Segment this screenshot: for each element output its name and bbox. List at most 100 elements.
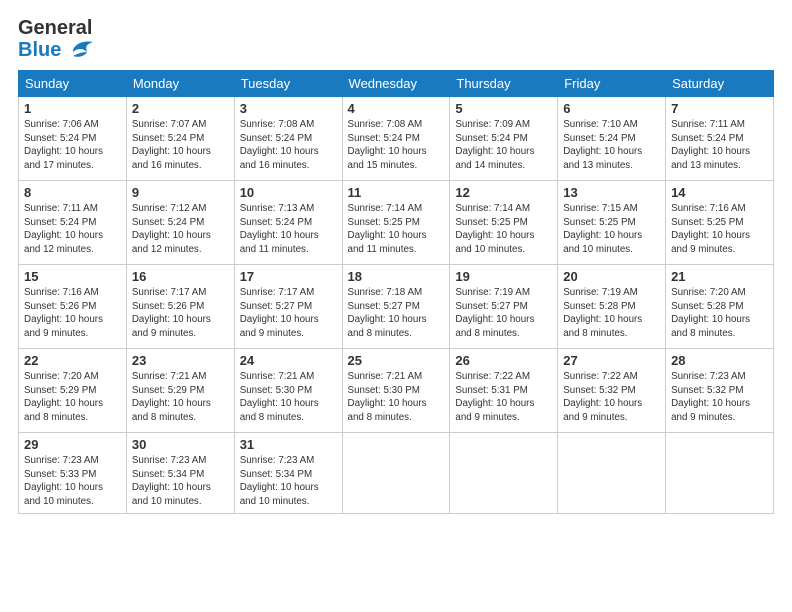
calendar-week-5: 29 Sunrise: 7:23 AM Sunset: 5:33 PM Dayl…	[19, 433, 774, 514]
calendar-week-3: 15 Sunrise: 7:16 AM Sunset: 5:26 PM Dayl…	[19, 265, 774, 349]
day-info: Sunrise: 7:17 AM Sunset: 5:26 PM Dayligh…	[132, 286, 229, 341]
day-cell-24: 24 Sunrise: 7:21 AM Sunset: 5:30 PM Dayl…	[234, 349, 342, 433]
day-info: Sunrise: 7:22 AM Sunset: 5:32 PM Dayligh…	[563, 370, 660, 425]
day-number: 30	[132, 437, 229, 452]
day-info: Sunrise: 7:12 AM Sunset: 5:24 PM Dayligh…	[132, 202, 229, 257]
calendar-header-saturday: Saturday	[666, 71, 774, 97]
logo-bird-icon	[65, 38, 95, 62]
day-number: 7	[671, 101, 768, 116]
day-cell-15: 15 Sunrise: 7:16 AM Sunset: 5:26 PM Dayl…	[19, 265, 127, 349]
day-info: Sunrise: 7:20 AM Sunset: 5:28 PM Dayligh…	[671, 286, 768, 341]
day-number: 21	[671, 269, 768, 284]
calendar-week-4: 22 Sunrise: 7:20 AM Sunset: 5:29 PM Dayl…	[19, 349, 774, 433]
day-info: Sunrise: 7:23 AM Sunset: 5:34 PM Dayligh…	[132, 454, 229, 509]
calendar-header-friday: Friday	[558, 71, 666, 97]
day-cell-27: 27 Sunrise: 7:22 AM Sunset: 5:32 PM Dayl…	[558, 349, 666, 433]
day-number: 20	[563, 269, 660, 284]
day-number: 29	[24, 437, 121, 452]
day-number: 9	[132, 185, 229, 200]
calendar-header-sunday: Sunday	[19, 71, 127, 97]
day-number: 15	[24, 269, 121, 284]
logo-blue: Blue	[18, 39, 61, 62]
day-number: 25	[348, 353, 445, 368]
day-info: Sunrise: 7:23 AM Sunset: 5:33 PM Dayligh…	[24, 454, 121, 509]
calendar-header-thursday: Thursday	[450, 71, 558, 97]
day-number: 18	[348, 269, 445, 284]
day-info: Sunrise: 7:23 AM Sunset: 5:34 PM Dayligh…	[240, 454, 337, 509]
day-info: Sunrise: 7:11 AM Sunset: 5:24 PM Dayligh…	[671, 118, 768, 173]
day-info: Sunrise: 7:19 AM Sunset: 5:28 PM Dayligh…	[563, 286, 660, 341]
day-cell-31: 31 Sunrise: 7:23 AM Sunset: 5:34 PM Dayl…	[234, 433, 342, 514]
day-cell-29: 29 Sunrise: 7:23 AM Sunset: 5:33 PM Dayl…	[19, 433, 127, 514]
day-info: Sunrise: 7:14 AM Sunset: 5:25 PM Dayligh…	[348, 202, 445, 257]
day-info: Sunrise: 7:16 AM Sunset: 5:26 PM Dayligh…	[24, 286, 121, 341]
day-number: 17	[240, 269, 337, 284]
day-cell-6: 6 Sunrise: 7:10 AM Sunset: 5:24 PM Dayli…	[558, 97, 666, 181]
day-cell-9: 9 Sunrise: 7:12 AM Sunset: 5:24 PM Dayli…	[126, 181, 234, 265]
empty-cell	[342, 433, 450, 514]
day-info: Sunrise: 7:13 AM Sunset: 5:24 PM Dayligh…	[240, 202, 337, 257]
day-info: Sunrise: 7:16 AM Sunset: 5:25 PM Dayligh…	[671, 202, 768, 257]
day-info: Sunrise: 7:17 AM Sunset: 5:27 PM Dayligh…	[240, 286, 337, 341]
day-number: 4	[348, 101, 445, 116]
day-cell-3: 3 Sunrise: 7:08 AM Sunset: 5:24 PM Dayli…	[234, 97, 342, 181]
day-number: 27	[563, 353, 660, 368]
calendar-header-tuesday: Tuesday	[234, 71, 342, 97]
day-number: 23	[132, 353, 229, 368]
day-info: Sunrise: 7:20 AM Sunset: 5:29 PM Dayligh…	[24, 370, 121, 425]
day-cell-12: 12 Sunrise: 7:14 AM Sunset: 5:25 PM Dayl…	[450, 181, 558, 265]
day-cell-1: 1 Sunrise: 7:06 AM Sunset: 5:24 PM Dayli…	[19, 97, 127, 181]
day-number: 19	[455, 269, 552, 284]
day-info: Sunrise: 7:21 AM Sunset: 5:29 PM Dayligh…	[132, 370, 229, 425]
day-number: 6	[563, 101, 660, 116]
day-cell-17: 17 Sunrise: 7:17 AM Sunset: 5:27 PM Dayl…	[234, 265, 342, 349]
day-info: Sunrise: 7:10 AM Sunset: 5:24 PM Dayligh…	[563, 118, 660, 173]
empty-cell	[450, 433, 558, 514]
day-number: 28	[671, 353, 768, 368]
day-cell-19: 19 Sunrise: 7:19 AM Sunset: 5:27 PM Dayl…	[450, 265, 558, 349]
day-cell-30: 30 Sunrise: 7:23 AM Sunset: 5:34 PM Dayl…	[126, 433, 234, 514]
day-cell-11: 11 Sunrise: 7:14 AM Sunset: 5:25 PM Dayl…	[342, 181, 450, 265]
day-info: Sunrise: 7:11 AM Sunset: 5:24 PM Dayligh…	[24, 202, 121, 257]
day-info: Sunrise: 7:08 AM Sunset: 5:24 PM Dayligh…	[240, 118, 337, 173]
day-info: Sunrise: 7:07 AM Sunset: 5:24 PM Dayligh…	[132, 118, 229, 173]
day-info: Sunrise: 7:06 AM Sunset: 5:24 PM Dayligh…	[24, 118, 121, 173]
day-cell-28: 28 Sunrise: 7:23 AM Sunset: 5:32 PM Dayl…	[666, 349, 774, 433]
calendar-header-monday: Monday	[126, 71, 234, 97]
day-info: Sunrise: 7:21 AM Sunset: 5:30 PM Dayligh…	[348, 370, 445, 425]
day-number: 10	[240, 185, 337, 200]
day-number: 8	[24, 185, 121, 200]
calendar-week-2: 8 Sunrise: 7:11 AM Sunset: 5:24 PM Dayli…	[19, 181, 774, 265]
day-cell-14: 14 Sunrise: 7:16 AM Sunset: 5:25 PM Dayl…	[666, 181, 774, 265]
day-number: 14	[671, 185, 768, 200]
day-cell-26: 26 Sunrise: 7:22 AM Sunset: 5:31 PM Dayl…	[450, 349, 558, 433]
day-info: Sunrise: 7:19 AM Sunset: 5:27 PM Dayligh…	[455, 286, 552, 341]
day-cell-13: 13 Sunrise: 7:15 AM Sunset: 5:25 PM Dayl…	[558, 181, 666, 265]
header: General Blue	[18, 18, 774, 62]
day-info: Sunrise: 7:23 AM Sunset: 5:32 PM Dayligh…	[671, 370, 768, 425]
day-cell-5: 5 Sunrise: 7:09 AM Sunset: 5:24 PM Dayli…	[450, 97, 558, 181]
day-info: Sunrise: 7:09 AM Sunset: 5:24 PM Dayligh…	[455, 118, 552, 173]
calendar-table: SundayMondayTuesdayWednesdayThursdayFrid…	[18, 70, 774, 514]
day-number: 1	[24, 101, 121, 116]
empty-cell	[666, 433, 774, 514]
day-number: 16	[132, 269, 229, 284]
day-cell-7: 7 Sunrise: 7:11 AM Sunset: 5:24 PM Dayli…	[666, 97, 774, 181]
day-info: Sunrise: 7:08 AM Sunset: 5:24 PM Dayligh…	[348, 118, 445, 173]
day-number: 3	[240, 101, 337, 116]
day-number: 12	[455, 185, 552, 200]
day-cell-25: 25 Sunrise: 7:21 AM Sunset: 5:30 PM Dayl…	[342, 349, 450, 433]
day-info: Sunrise: 7:14 AM Sunset: 5:25 PM Dayligh…	[455, 202, 552, 257]
day-cell-2: 2 Sunrise: 7:07 AM Sunset: 5:24 PM Dayli…	[126, 97, 234, 181]
day-info: Sunrise: 7:22 AM Sunset: 5:31 PM Dayligh…	[455, 370, 552, 425]
calendar-week-1: 1 Sunrise: 7:06 AM Sunset: 5:24 PM Dayli…	[19, 97, 774, 181]
day-number: 31	[240, 437, 337, 452]
day-number: 2	[132, 101, 229, 116]
day-number: 22	[24, 353, 121, 368]
day-cell-21: 21 Sunrise: 7:20 AM Sunset: 5:28 PM Dayl…	[666, 265, 774, 349]
day-cell-16: 16 Sunrise: 7:17 AM Sunset: 5:26 PM Dayl…	[126, 265, 234, 349]
day-cell-20: 20 Sunrise: 7:19 AM Sunset: 5:28 PM Dayl…	[558, 265, 666, 349]
page-container: General Blue SundayMondayTuesdayWednesda…	[0, 0, 792, 524]
logo-general: General	[18, 17, 92, 39]
day-cell-4: 4 Sunrise: 7:08 AM Sunset: 5:24 PM Dayli…	[342, 97, 450, 181]
